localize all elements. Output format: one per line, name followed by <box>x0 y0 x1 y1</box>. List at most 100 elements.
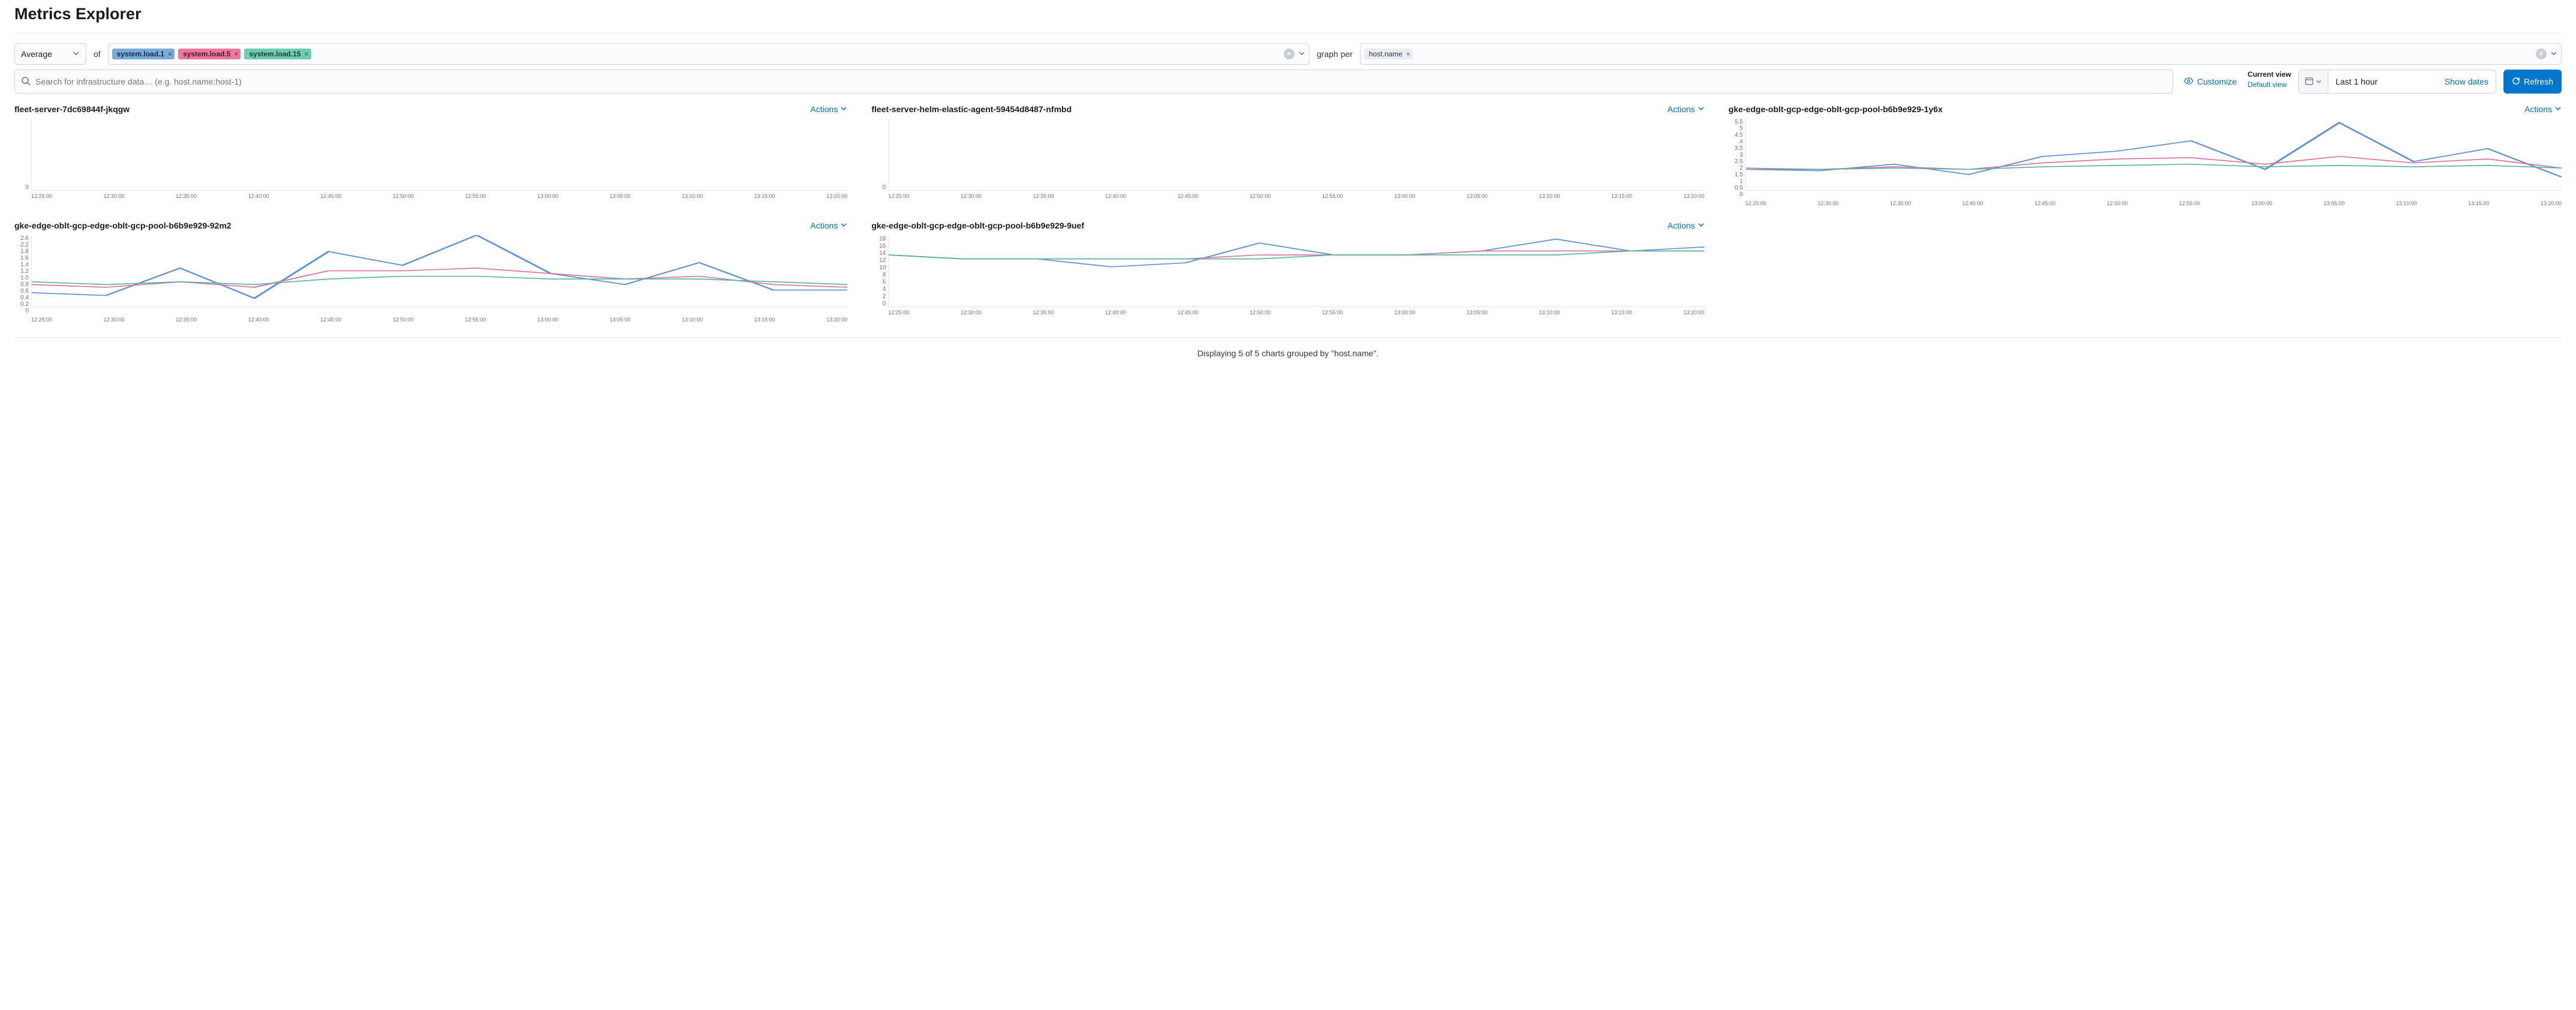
x-tick-label: 12:30:00 <box>104 193 125 199</box>
of-label: of <box>94 49 101 59</box>
x-axis: 12:25:0012:30:0012:35:0012:40:0012:45:00… <box>31 317 847 323</box>
x-tick-label: 12:25:00 <box>888 309 909 315</box>
x-tick-label: 12:55:00 <box>1322 309 1343 315</box>
close-icon[interactable]: × <box>234 50 238 58</box>
show-dates-link[interactable]: Show dates <box>2437 77 2496 86</box>
chart-plot[interactable] <box>1746 119 2562 191</box>
chart-actions-button[interactable]: Actions <box>810 221 847 230</box>
y-tick-label: 0 <box>883 119 886 191</box>
metric-tag[interactable]: system.load.1× <box>112 49 174 59</box>
current-view-label: Current view <box>2247 70 2291 80</box>
refresh-button[interactable]: Refresh <box>2503 70 2562 94</box>
x-tick-label: 13:20:00 <box>826 317 847 323</box>
x-tick-label: 13:05:00 <box>1467 193 1488 199</box>
x-tick-label: 13:10:00 <box>2396 200 2417 206</box>
date-range-label[interactable]: Last 1 hour <box>2328 77 2437 86</box>
default-view-link[interactable]: Default view <box>2247 80 2291 90</box>
y-tick-label: 2.2 <box>20 242 29 248</box>
actions-label: Actions <box>810 221 838 230</box>
chevron-down-icon <box>73 49 80 59</box>
chart-plot[interactable] <box>888 119 1704 191</box>
groupby-tag[interactable]: host.name× <box>1364 49 1413 59</box>
y-tick-label: 16 <box>879 242 886 250</box>
search-input[interactable] <box>35 77 2166 86</box>
x-tick-label: 13:05:00 <box>2324 200 2345 206</box>
y-axis: 0 <box>14 119 31 191</box>
chart-plot[interactable] <box>31 119 847 191</box>
x-tick-label: 13:05:00 <box>610 317 631 323</box>
chevron-down-icon <box>840 221 847 230</box>
chevron-down-icon <box>1698 221 1705 230</box>
x-tick-label: 12:40:00 <box>1962 200 1983 206</box>
y-tick-label: 0.6 <box>20 288 29 294</box>
chevron-down-icon <box>2554 104 2562 114</box>
close-icon[interactable]: × <box>305 50 309 58</box>
metric-tag[interactable]: system.load.15 × <box>244 49 311 59</box>
x-tick-label: 13:10:00 <box>1539 193 1560 199</box>
x-tick-label: 13:05:00 <box>610 193 631 199</box>
x-tick-label: 12:55:00 <box>465 317 486 323</box>
graph-per-label: graph per <box>1317 49 1353 59</box>
x-tick-label: 13:10:00 <box>682 317 703 323</box>
metric-tag[interactable]: system.load.5× <box>178 49 240 59</box>
y-tick-label: 2 <box>883 293 886 300</box>
actions-label: Actions <box>1668 221 1695 230</box>
x-tick-label: 12:45:00 <box>320 193 341 199</box>
x-tick-label: 12:55:00 <box>465 193 486 199</box>
calendar-icon <box>2305 77 2313 87</box>
y-tick-label: 5.5 <box>1735 119 1743 125</box>
close-icon[interactable]: × <box>168 50 172 58</box>
search-box[interactable] <box>14 70 2173 94</box>
x-tick-label: 12:35:00 <box>176 317 197 323</box>
group-by-input[interactable]: host.name× × <box>1360 43 2562 65</box>
metrics-input[interactable]: system.load.1× system.load.5× system.load.… <box>108 43 1310 65</box>
page-title: Metrics Explorer <box>14 5 2562 23</box>
x-tick-label: 13:10:00 <box>1539 309 1560 315</box>
chart-card: fleet-server-7dc69844f-jkqgw Actions 012… <box>14 104 847 206</box>
y-tick-label: 5 <box>1740 125 1743 132</box>
chart-plot[interactable] <box>888 235 1704 307</box>
x-tick-label: 12:25:00 <box>888 193 909 199</box>
x-tick-label: 13:20:00 <box>1684 193 1705 199</box>
close-icon[interactable]: × <box>1406 50 1410 58</box>
chevron-down-icon[interactable] <box>1298 49 1305 59</box>
y-tick-label: 0 <box>25 308 29 314</box>
chart-actions-button[interactable]: Actions <box>1668 104 1705 114</box>
date-picker: Last 1 hour Show dates <box>2298 70 2496 94</box>
y-tick-label: 2.5 <box>1735 158 1743 165</box>
aggregation-select[interactable]: Average <box>14 43 86 65</box>
y-tick-label: 0 <box>883 300 886 307</box>
divider <box>14 33 2562 34</box>
customize-label: Customize <box>2197 77 2237 86</box>
x-tick-label: 12:45:00 <box>1178 193 1199 199</box>
chart-actions-button[interactable]: Actions <box>2524 104 2562 114</box>
chart-card: gke-edge-oblt-gcp-edge-oblt-gcp-pool-b6b… <box>871 221 1704 323</box>
clear-groupby-icon[interactable]: × <box>2536 49 2547 59</box>
y-axis: 024681012141618 <box>871 235 888 307</box>
y-tick-label: 1.2 <box>20 268 29 275</box>
customize-button[interactable]: Customize <box>2180 70 2240 94</box>
x-tick-label: 13:20:00 <box>826 193 847 199</box>
y-tick-label: 0 <box>1740 191 1743 198</box>
y-axis: 0 <box>871 119 888 191</box>
chevron-down-icon <box>840 104 847 114</box>
chart-plot[interactable] <box>31 235 847 307</box>
chevron-down-icon[interactable] <box>2550 49 2557 59</box>
y-axis: 00.511.522.533.544.555.5 <box>1729 119 1746 198</box>
x-tick-label: 12:30:00 <box>961 193 982 199</box>
calendar-button[interactable] <box>2299 70 2328 93</box>
y-tick-label: 1.8 <box>20 248 29 255</box>
y-tick-label: 18 <box>879 235 886 242</box>
x-tick-label: 13:00:00 <box>537 317 558 323</box>
x-tick-label: 13:15:00 <box>1611 193 1632 199</box>
metric-tag-label: system.load.15 <box>249 50 300 58</box>
x-tick-label: 12:50:00 <box>1250 193 1271 199</box>
y-tick-label: 1.6 <box>20 255 29 261</box>
chart-actions-button[interactable]: Actions <box>1668 221 1705 230</box>
x-tick-label: 12:30:00 <box>1817 200 1838 206</box>
chart-actions-button[interactable]: Actions <box>810 104 847 114</box>
x-tick-label: 13:00:00 <box>1394 193 1415 199</box>
clear-metrics-icon[interactable]: × <box>1284 49 1295 59</box>
y-tick-label: 8 <box>883 271 886 278</box>
y-tick-label: 6 <box>883 278 886 285</box>
